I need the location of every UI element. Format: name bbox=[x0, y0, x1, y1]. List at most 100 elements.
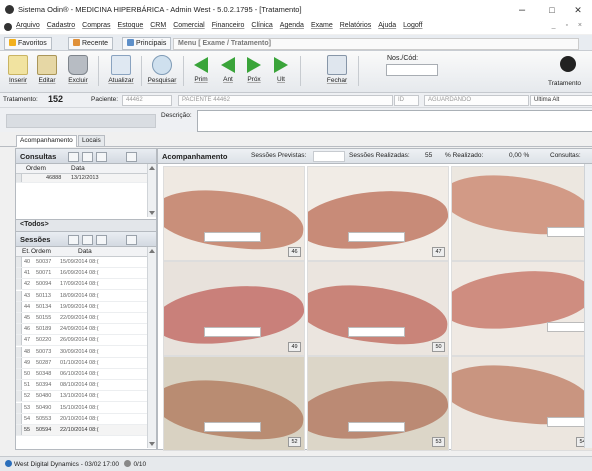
toolbar-separator bbox=[141, 56, 142, 86]
wound-photo[interactable]: 54 bbox=[451, 356, 592, 451]
editar-button[interactable]: Editar bbox=[34, 54, 60, 90]
filter-icon[interactable] bbox=[126, 235, 137, 245]
photos-scrollbar[interactable] bbox=[584, 164, 592, 448]
menu-logoff[interactable]: Logoff bbox=[403, 22, 422, 29]
principais-label: Principais bbox=[136, 40, 167, 47]
arrow-icon[interactable] bbox=[96, 235, 107, 245]
wound-photo[interactable]: 47 bbox=[307, 166, 449, 261]
scroll-down-icon[interactable] bbox=[149, 211, 155, 215]
principais-tab[interactable]: Principais bbox=[122, 37, 172, 50]
sessao-row[interactable]: 44 50134 19/09/2014 08:( bbox=[16, 301, 147, 313]
sessao-row[interactable]: 53 50490 15/10/2014 08:( bbox=[16, 402, 147, 414]
wound-photo[interactable]: 46 bbox=[163, 166, 305, 261]
wound-photo[interactable]: 53 bbox=[307, 356, 449, 451]
sessao-data: 18/09/2014 08:( bbox=[60, 292, 99, 299]
paciente-code-field[interactable]: 44462 bbox=[122, 95, 172, 106]
scroll-up-icon[interactable] bbox=[149, 166, 155, 170]
sessao-row[interactable]: 52 50480 13/10/2014 08:( bbox=[16, 391, 147, 403]
menu-agenda[interactable]: Agenda bbox=[280, 22, 304, 29]
sessao-row[interactable]: 43 50113 18/09/2014 08:( bbox=[16, 290, 147, 302]
nos-cod-label: Nos./Cód: bbox=[387, 55, 419, 62]
search-icon[interactable] bbox=[82, 235, 93, 245]
wound-photo[interactable] bbox=[451, 166, 592, 261]
row-indicator-icon bbox=[16, 380, 22, 391]
prim-button[interactable]: Prim bbox=[188, 54, 214, 90]
minimize-button[interactable]: – bbox=[510, 3, 534, 17]
app-menu-icon[interactable] bbox=[4, 23, 12, 31]
consultas-row[interactable]: 46888 13/12/2013 bbox=[16, 174, 147, 183]
sessao-row[interactable]: 50 50348 06/10/2014 08:( bbox=[16, 369, 147, 380]
filter-icon[interactable] bbox=[126, 152, 137, 162]
tratamento-icon[interactable] bbox=[560, 56, 576, 72]
wound-photo[interactable]: 50 bbox=[307, 261, 449, 356]
pesquisar-label: Pesquisar bbox=[147, 77, 177, 84]
favoritos-tab[interactable]: Favoritos bbox=[4, 37, 52, 50]
fechar-button[interactable]: Fechar bbox=[322, 54, 352, 90]
prox-button[interactable]: Próx bbox=[241, 54, 267, 90]
user-icon bbox=[124, 460, 132, 467]
menu-estoque[interactable]: Estoque bbox=[118, 22, 144, 29]
sessao-row[interactable]: 45 50155 22/09/2014 08:( bbox=[16, 313, 147, 324]
search-icon[interactable] bbox=[82, 152, 93, 162]
excluir-button[interactable]: Excluir bbox=[65, 54, 91, 90]
fechar-label: Fechar bbox=[326, 77, 348, 84]
consultas-count-label: Consultas: bbox=[550, 152, 581, 159]
scroll-down-icon[interactable] bbox=[149, 442, 155, 446]
sessoes-scrollbar[interactable] bbox=[147, 247, 156, 448]
wound-photo[interactable]: 49 bbox=[163, 261, 305, 356]
sessao-data: 06/10/2014 08:( bbox=[60, 371, 99, 377]
mdi-controls[interactable]: _ ▫ × bbox=[552, 22, 586, 29]
sessao-data: 26/09/2014 08:( bbox=[60, 337, 99, 344]
id-field[interactable]: ID bbox=[394, 95, 419, 106]
menu-exame[interactable]: Exame bbox=[311, 22, 333, 29]
sessao-row[interactable]: 41 50071 16/09/2014 08:( bbox=[16, 268, 147, 280]
inserir-button[interactable]: Inserir bbox=[5, 54, 31, 90]
menu-clinica[interactable]: Clínica bbox=[251, 22, 272, 29]
wound-photo[interactable] bbox=[451, 261, 592, 356]
tab-acompanhamento[interactable]: Acompanhamento bbox=[16, 135, 77, 147]
menu-crm[interactable]: CRM bbox=[150, 22, 166, 29]
ult-button[interactable]: Ult bbox=[268, 54, 294, 90]
consultas-title: Consultas bbox=[20, 152, 57, 161]
todos-selector[interactable]: <Todos> bbox=[16, 219, 156, 232]
recente-tab[interactable]: Recente bbox=[68, 37, 114, 50]
sessao-row[interactable]: 40 50037 15/09/2014 08:( bbox=[16, 257, 147, 268]
grid-icon[interactable] bbox=[68, 152, 79, 162]
status-field[interactable]: AGUARDANDO bbox=[424, 95, 529, 106]
sessao-row[interactable]: 49 50287 01/10/2014 08:( bbox=[16, 357, 147, 369]
scroll-up-icon[interactable] bbox=[149, 249, 155, 253]
menu-cadastro[interactable]: Cadastro bbox=[47, 22, 75, 29]
editar-label: Editar bbox=[38, 77, 56, 84]
sessoes-grid-header: Et. Ordem Data bbox=[16, 247, 147, 257]
sessao-row[interactable]: 42 50094 17/09/2014 08:( bbox=[16, 279, 147, 291]
descricao-input[interactable] bbox=[197, 110, 592, 132]
sessao-row[interactable]: 47 50220 26/09/2014 08:( bbox=[16, 335, 147, 347]
menu-comercial[interactable]: Comercial bbox=[173, 22, 205, 29]
consultas-scrollbar[interactable] bbox=[147, 164, 156, 217]
row-indicator-icon bbox=[16, 290, 22, 301]
maximize-button[interactable]: □ bbox=[540, 3, 564, 17]
close-button[interactable]: ✕ bbox=[566, 3, 590, 17]
sessao-row[interactable]: 46 50189 24/09/2014 08:( bbox=[16, 324, 147, 336]
sessao-row[interactable]: 54 50553 20/10/2014 08:( bbox=[16, 413, 147, 425]
atualizar-button[interactable]: Atualizar bbox=[105, 54, 137, 90]
paciente-name-field[interactable]: PACIENTE 44462 bbox=[178, 95, 393, 106]
pesquisar-button[interactable]: Pesquisar bbox=[145, 54, 179, 90]
app-logo-icon bbox=[5, 5, 14, 14]
sessao-row[interactable]: 51 50394 08/10/2014 08:( bbox=[16, 380, 147, 392]
menu-compras[interactable]: Compras bbox=[82, 22, 110, 29]
wound-photo[interactable]: 52 bbox=[163, 356, 305, 451]
sessao-row[interactable]: 48 50073 30/09/2014 08:( bbox=[16, 346, 147, 358]
sessao-row[interactable]: 55 50594 22/10/2014 08:( bbox=[16, 425, 147, 436]
menu-arquivo[interactable]: Arquivo bbox=[16, 22, 40, 29]
menu-financeiro[interactable]: Financeiro bbox=[212, 22, 245, 29]
ant-button[interactable]: Ant bbox=[215, 54, 241, 90]
menu-ajuda[interactable]: Ajuda bbox=[378, 22, 396, 29]
arrow-icon[interactable] bbox=[96, 152, 107, 162]
grid-icon[interactable] bbox=[68, 235, 79, 245]
ultima-alteracao-field: Última Alt bbox=[530, 95, 592, 106]
tab-locais[interactable]: Locais bbox=[78, 135, 105, 146]
menu-relatorios[interactable]: Relatórios bbox=[340, 22, 372, 29]
nos-cod-input[interactable] bbox=[386, 64, 438, 76]
sessoes-realizadas-label: Sessões Realizadas: bbox=[349, 152, 410, 159]
